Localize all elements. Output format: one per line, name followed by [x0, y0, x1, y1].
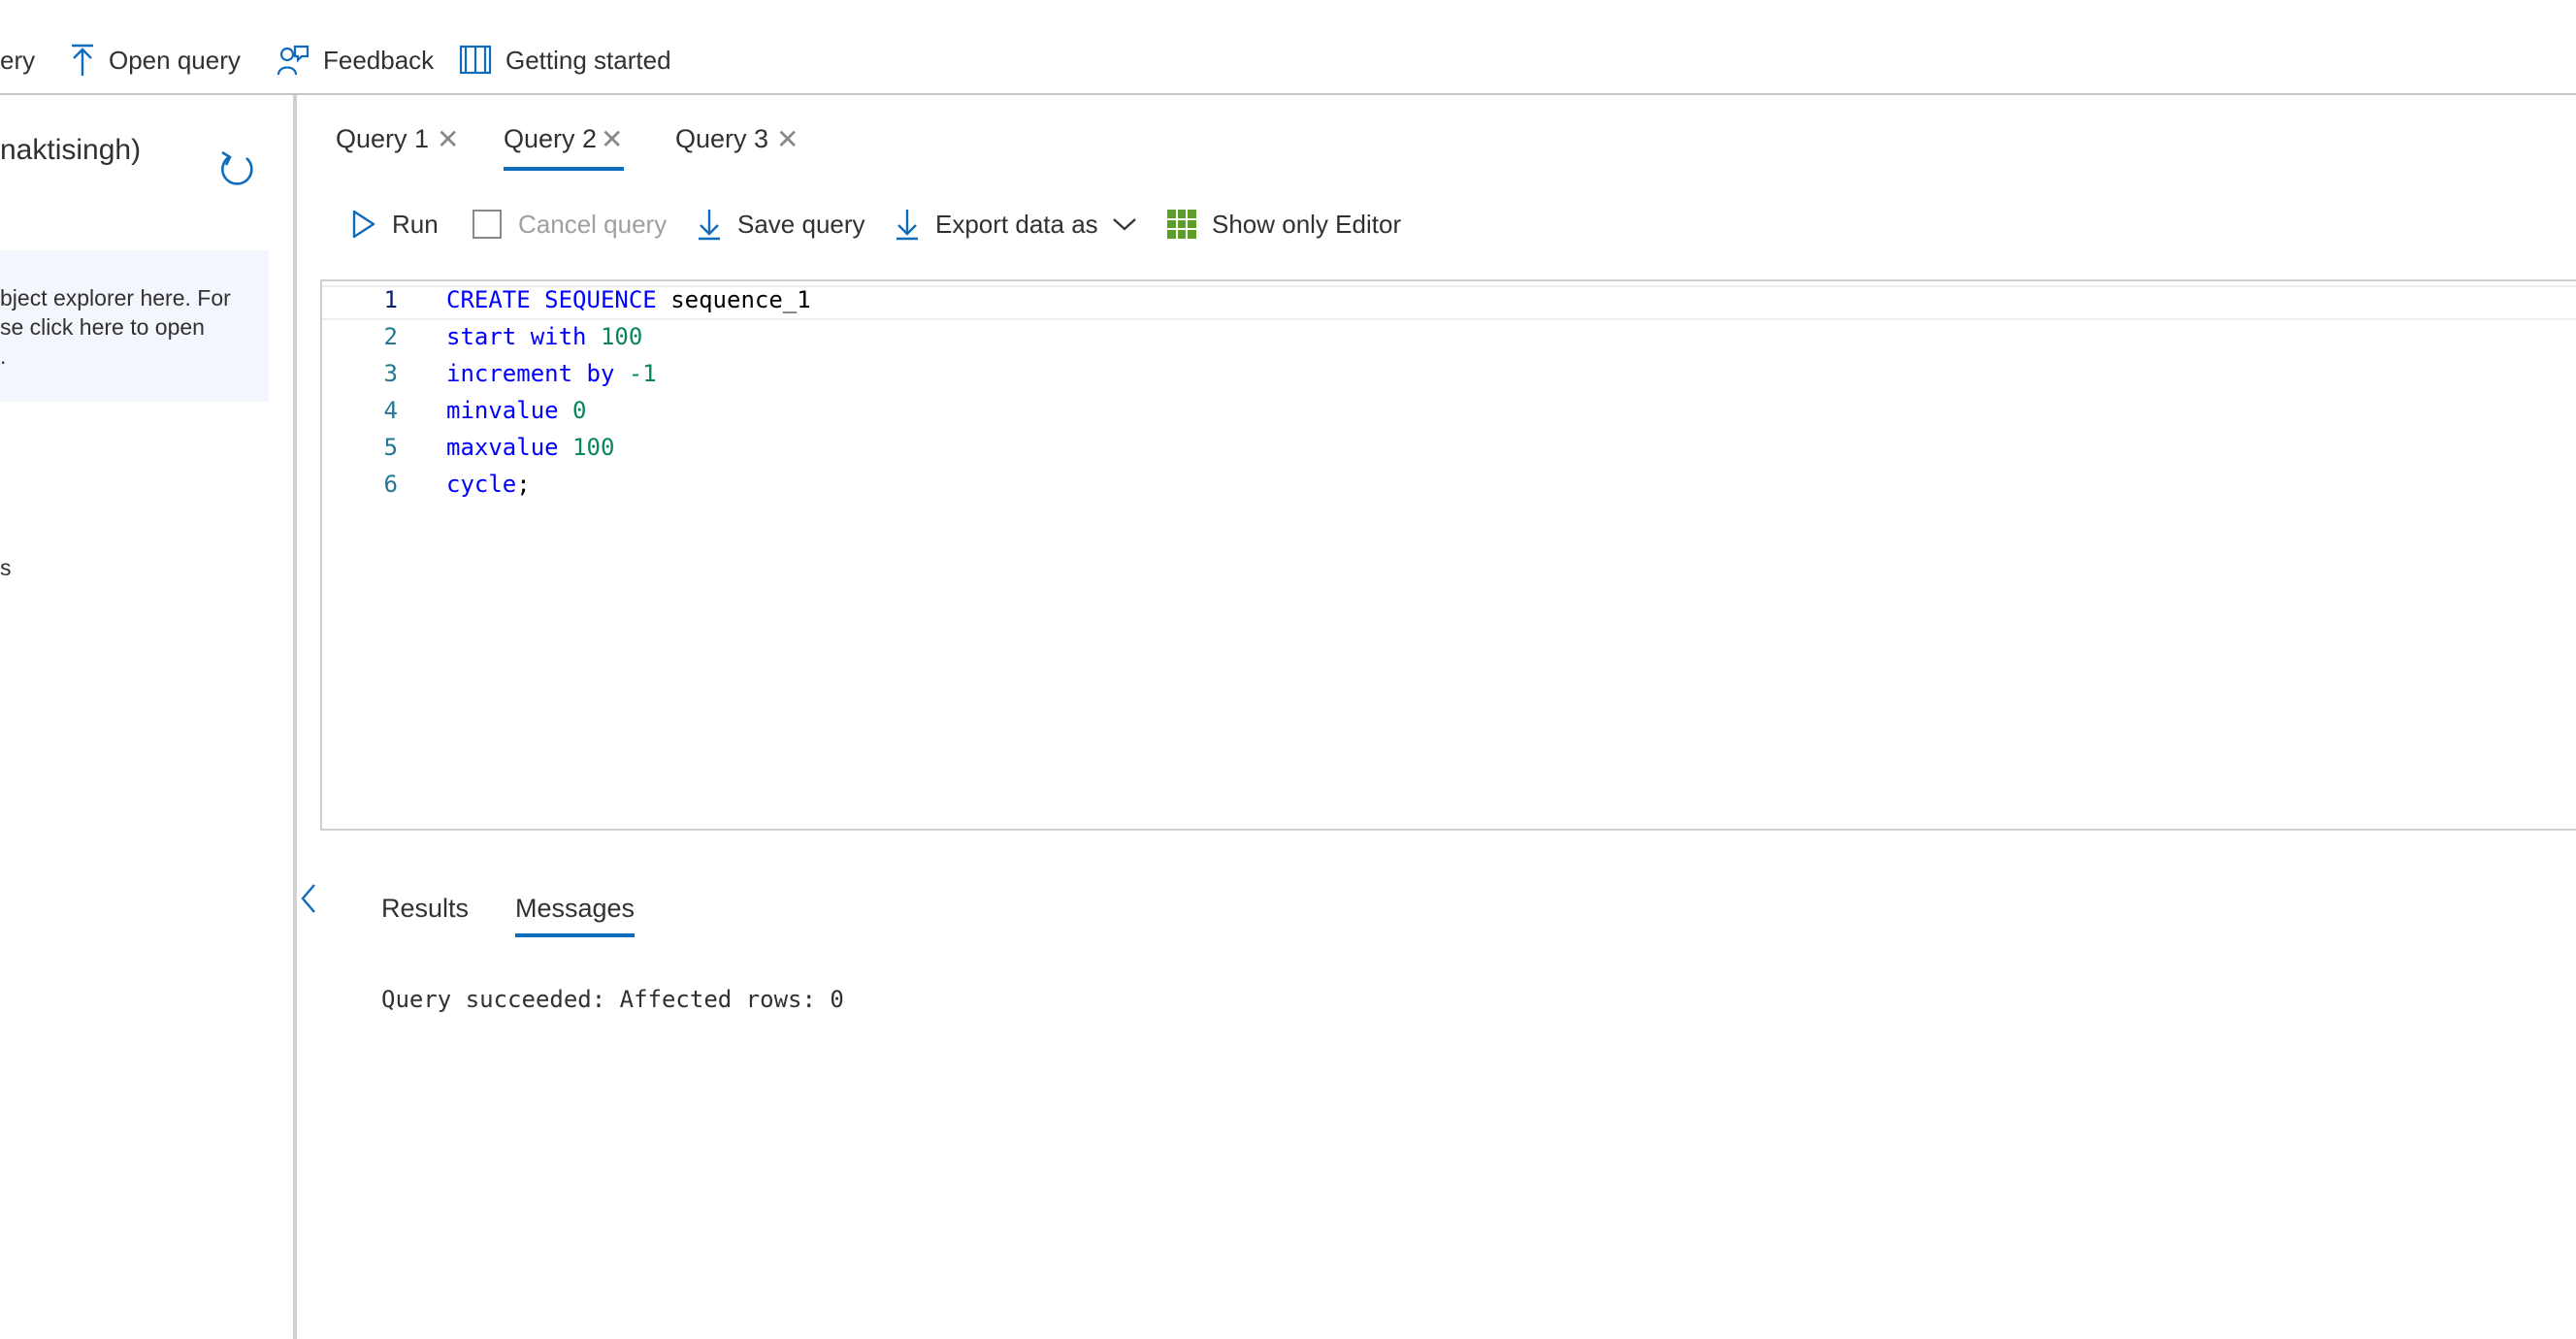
export-data-label: Export data as — [935, 209, 1098, 239]
refresh-icon[interactable] — [217, 149, 258, 190]
play-icon — [352, 210, 375, 239]
tab-results-label: Results — [381, 893, 470, 923]
sql-number: 0 — [558, 397, 587, 424]
download-arrow-icon — [897, 210, 918, 241]
line-number: 1 — [383, 286, 398, 313]
sql-number: -1 — [614, 360, 657, 387]
chevron-left-icon[interactable] — [297, 881, 320, 916]
code-line: maxvalue 100 — [446, 434, 614, 461]
sql-keyword: minvalue — [446, 397, 559, 424]
getting-started-label: Getting started — [505, 45, 671, 75]
info-line-1: bject explorer here. For — [0, 285, 231, 310]
upload-arrow-icon — [72, 44, 93, 76]
code-line: increment by -1 — [446, 360, 657, 387]
info-line-3: . — [0, 343, 7, 369]
feedback-button[interactable]: Feedback — [277, 37, 434, 83]
line-number: 3 — [383, 360, 398, 387]
tab-query-2-label: Query 2 — [504, 123, 598, 153]
connection-title: naktisingh) — [0, 134, 142, 166]
toolbar-item-partial[interactable]: ery — [0, 37, 35, 83]
getting-started-button[interactable]: Getting started — [459, 37, 671, 83]
stop-square-icon — [473, 210, 502, 239]
close-icon[interactable]: ✕ — [776, 123, 799, 155]
close-icon[interactable]: ✕ — [437, 123, 459, 155]
book-icon — [459, 45, 492, 75]
open-query-button[interactable]: Open query — [70, 37, 241, 83]
run-label: Run — [392, 209, 439, 239]
sql-punctuation: ; — [516, 471, 531, 498]
query-message: Query succeeded: Affected rows: 0 — [381, 986, 844, 1013]
code-line: start with 100 — [446, 323, 642, 350]
toolbar-item-partial-label: ery — [0, 45, 36, 75]
tab-query-1-label: Query 1 — [336, 123, 430, 153]
tree-item-partial[interactable]: s — [0, 555, 12, 581]
run-button[interactable]: Run — [351, 200, 439, 248]
sql-keyword: maxvalue — [446, 434, 559, 461]
tab-query-1[interactable]: Query 1 ✕ — [336, 113, 460, 165]
feedback-label: Feedback — [323, 45, 435, 75]
save-query-label: Save query — [737, 209, 865, 239]
line-number: 4 — [383, 397, 398, 424]
code-line: cycle; — [446, 471, 531, 498]
info-line-2: se click here to open — [0, 314, 205, 340]
top-toolbar: ery Open query Feedback Getting started — [0, 0, 2576, 95]
open-query-label: Open query — [109, 45, 241, 75]
tab-results[interactable]: Results — [381, 885, 469, 931]
tab-messages[interactable]: Messages — [515, 885, 636, 937]
export-data-button[interactable]: Export data as — [895, 200, 1137, 248]
download-arrow-icon — [699, 210, 720, 241]
sql-number: 100 — [558, 434, 615, 461]
tab-query-3[interactable]: Query 3 ✕ — [675, 113, 799, 165]
line-number: 2 — [383, 323, 398, 350]
line-number: 5 — [383, 434, 398, 461]
show-only-editor-label: Show only Editor — [1212, 209, 1402, 239]
sql-identifier: sequence_1 — [656, 286, 811, 313]
code-line: CREATE SEQUENCE sequence_1 — [446, 286, 811, 313]
show-only-editor-button[interactable]: Show only Editor — [1167, 200, 1401, 248]
code-line: minvalue 0 — [446, 397, 587, 424]
info-banner[interactable]: bject explorer here. For se click here t… — [0, 250, 269, 402]
sql-number: 100 — [586, 323, 643, 350]
save-query-button[interactable]: Save query — [697, 200, 865, 248]
tab-messages-label: Messages — [515, 893, 636, 923]
sql-keyword: start with — [446, 323, 587, 350]
tab-query-3-label: Query 3 — [675, 123, 769, 153]
sql-keyword: CREATE SEQUENCE — [446, 286, 657, 313]
chevron-down-icon — [1112, 218, 1136, 231]
sql-keyword: increment by — [446, 360, 615, 387]
tab-query-2[interactable]: Query 2 ✕ — [504, 113, 624, 171]
cancel-query-label: Cancel query — [518, 209, 668, 239]
sql-keyword: cycle — [446, 471, 517, 498]
query-editor[interactable]: 1 2 3 4 5 6 CREATE SEQUENCE sequence_1 s… — [320, 279, 2576, 831]
cancel-query-button[interactable]: Cancel query — [472, 200, 667, 248]
feedback-person-icon — [277, 45, 310, 76]
grid-icon — [1167, 210, 1196, 239]
line-number: 6 — [383, 471, 398, 498]
close-icon[interactable]: ✕ — [601, 123, 623, 155]
